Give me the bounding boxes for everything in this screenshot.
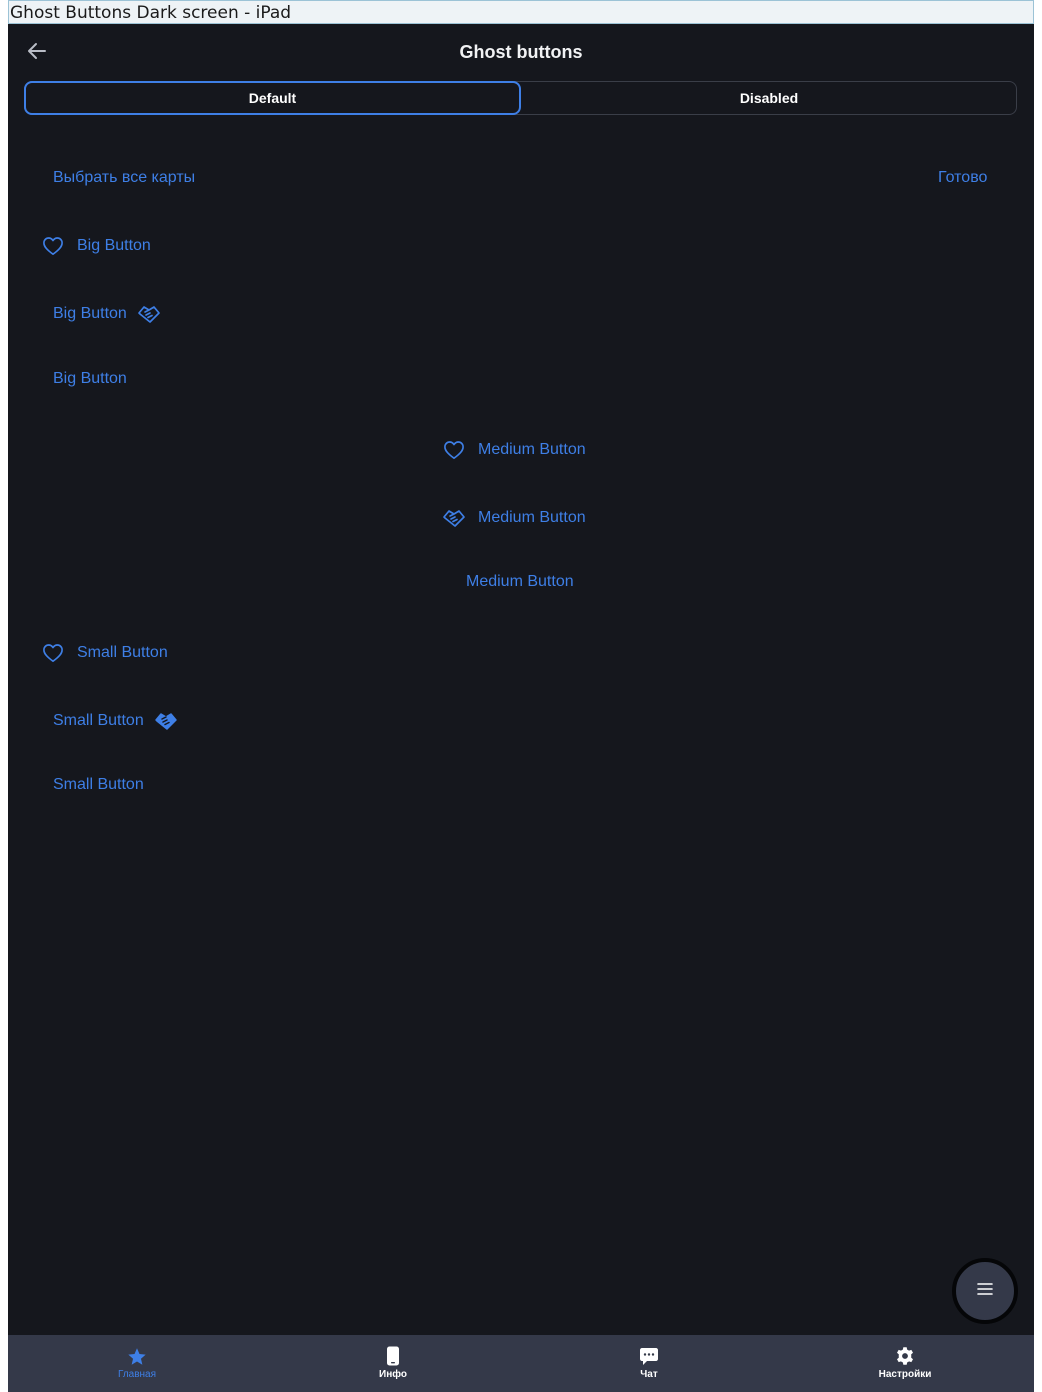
star-icon	[126, 1345, 148, 1367]
handshake-icon	[442, 506, 466, 530]
phone-icon	[382, 1345, 404, 1367]
tab-settings[interactable]: Настройки	[805, 1335, 1005, 1392]
bottom-tab-bar: Главная Инфо Чат Настройки	[8, 1335, 1034, 1392]
tab-chat[interactable]: Чат	[549, 1335, 749, 1392]
medium-button-label: Medium Button	[478, 509, 586, 526]
menu-fab-button[interactable]	[952, 1258, 1018, 1324]
menu-icon	[976, 1281, 994, 1302]
medium-button-text[interactable]: Medium Button	[466, 573, 574, 591]
medium-button-label: Medium Button	[478, 441, 586, 458]
segmented-control: Default Disabled	[24, 81, 1017, 115]
small-button-label: Small Button	[77, 644, 168, 661]
small-button-heart[interactable]: Small Button	[41, 641, 168, 665]
select-all-label: Выбрать все карты	[53, 169, 196, 186]
done-button[interactable]: Готово	[938, 169, 987, 187]
medium-button-heart[interactable]: Medium Button	[442, 438, 586, 462]
heart-icon	[41, 641, 65, 665]
app-screen: Ghost buttons Default Disabled Выбрать в…	[8, 24, 1034, 1392]
gear-icon	[894, 1345, 916, 1367]
tab-home-label: Главная	[117, 1369, 157, 1380]
small-button-text[interactable]: Small Button	[53, 776, 144, 794]
big-button-text[interactable]: Big Button	[53, 370, 127, 388]
big-button-heart[interactable]: Big Button	[41, 234, 151, 258]
medium-button-label: Medium Button	[466, 573, 574, 590]
big-button-label: Big Button	[53, 370, 127, 387]
small-button-label: Small Button	[53, 776, 144, 793]
chat-icon	[638, 1345, 660, 1367]
tab-home[interactable]: Главная	[37, 1335, 237, 1392]
big-button-label: Big Button	[77, 237, 151, 254]
window-title: Ghost Buttons Dark screen - iPad	[8, 0, 1034, 24]
heart-icon	[442, 438, 466, 462]
tab-info[interactable]: Инфо	[293, 1335, 493, 1392]
tab-chat-label: Чат	[640, 1369, 658, 1380]
tab-default[interactable]: Default	[24, 81, 521, 115]
done-label: Готово	[938, 169, 988, 186]
small-button-label: Small Button	[53, 712, 144, 729]
big-button-handshake[interactable]: Big Button	[53, 302, 161, 326]
heart-icon	[41, 234, 65, 258]
select-all-cards-button[interactable]: Выбрать все карты	[53, 169, 195, 187]
tab-info-label: Инфо	[379, 1369, 407, 1380]
medium-button-handshake[interactable]: Medium Button	[442, 506, 586, 530]
tab-settings-label: Настройки	[878, 1369, 932, 1380]
big-button-label: Big Button	[53, 305, 127, 322]
small-button-handshake[interactable]: Small Button	[53, 709, 178, 733]
page-title: Ghost buttons	[459, 42, 583, 62]
handshake-filled-icon	[154, 709, 178, 733]
handshake-icon	[137, 302, 161, 326]
tab-disabled[interactable]: Disabled	[521, 81, 1017, 115]
